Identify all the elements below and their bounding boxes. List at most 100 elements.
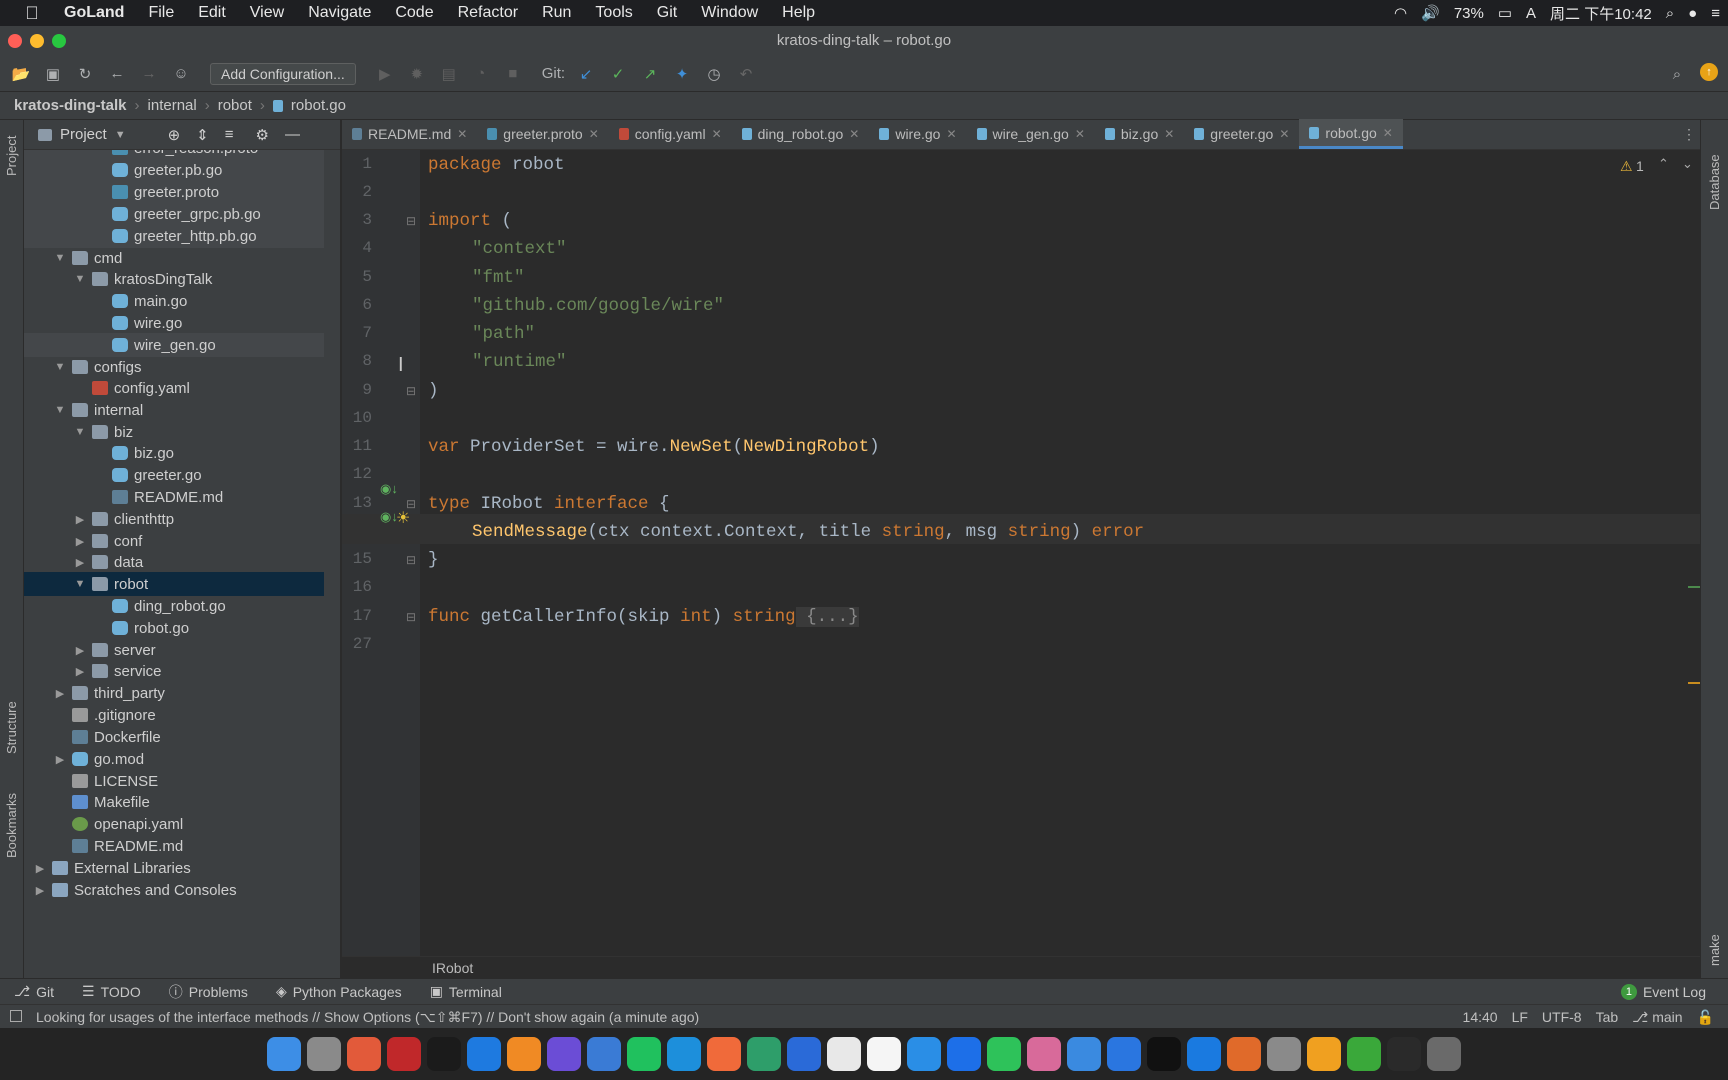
chrome-app-icon[interactable] xyxy=(827,1037,861,1071)
menu-navigate[interactable]: Navigate xyxy=(296,4,383,22)
tree-item[interactable]: ▼ kratosDingTalk xyxy=(24,267,324,291)
update-icon[interactable]: ↑ xyxy=(1700,63,1718,81)
bookmarks-tool-tab[interactable]: Bookmarks xyxy=(4,793,19,858)
project-panel-title[interactable]: Project xyxy=(60,126,107,143)
app-icon[interactable] xyxy=(467,1037,501,1071)
tab-biz-go[interactable]: biz.go ✕ xyxy=(1095,119,1184,149)
breadcrumb-robot[interactable]: robot xyxy=(218,97,252,114)
project-tool-tab[interactable]: Project xyxy=(4,136,19,176)
open-folder-icon[interactable]: 📂 xyxy=(10,63,32,85)
menu-window[interactable]: Window xyxy=(689,4,770,22)
tree-item[interactable]: wire.go xyxy=(24,311,324,335)
save-icon[interactable]: ▣ xyxy=(42,63,64,85)
tree-item[interactable]: greeter_grpc.pb.go xyxy=(24,202,324,226)
tree-item[interactable]: Makefile xyxy=(24,790,324,814)
implemented-icon[interactable]: ◉↓ xyxy=(380,481,398,497)
tab-readme-md[interactable]: README.md ✕ xyxy=(342,119,477,149)
indent-setting[interactable]: Tab xyxy=(1596,1005,1619,1029)
control-center-icon[interactable]: ≡ xyxy=(1711,5,1720,22)
chevron-right-icon[interactable]: ▶ xyxy=(72,665,88,678)
minimize-window-button[interactable] xyxy=(30,34,44,48)
back-arrow-icon[interactable]: ← xyxy=(106,63,128,85)
app-icon[interactable] xyxy=(947,1037,981,1071)
tree-item[interactable]: ▶ clienthttp xyxy=(24,507,324,531)
fold-toggle-icon[interactable]: ⊟ xyxy=(406,553,416,567)
close-window-button[interactable] xyxy=(8,34,22,48)
tree-item[interactable]: greeter.pb.go xyxy=(24,158,324,182)
app-icon[interactable] xyxy=(347,1037,381,1071)
git-fetch-icon[interactable]: ✦ xyxy=(671,63,693,85)
tree-item[interactable]: README.md xyxy=(24,834,324,858)
locate-icon[interactable]: ⊕ xyxy=(168,126,181,144)
app-icon[interactable] xyxy=(707,1037,741,1071)
code-editor[interactable]: 123456789101112131415161727⊟⊟⊟⊟⊟ ⚠ 1 ⌃ ⌄… xyxy=(342,150,1702,956)
terminal-app-icon[interactable] xyxy=(427,1037,461,1071)
chevron-right-icon[interactable]: ▶ xyxy=(32,884,48,897)
search-everywhere-icon[interactable]: ⌕ xyxy=(1666,63,1688,85)
tree-item[interactable]: greeter_http.pb.go xyxy=(24,224,324,248)
chevron-down-icon[interactable]: ⌄ xyxy=(1682,156,1693,172)
chevron-right-icon[interactable]: ▶ xyxy=(72,535,88,548)
chevron-down-icon[interactable]: ▼ xyxy=(115,129,126,141)
git-commit-icon[interactable]: ✓ xyxy=(607,63,629,85)
tree-item[interactable]: ▶ data xyxy=(24,550,324,574)
tab-greeter-proto[interactable]: greeter.proto ✕ xyxy=(477,119,608,149)
app-icon[interactable] xyxy=(1307,1037,1341,1071)
zoom-window-button[interactable] xyxy=(52,34,66,48)
lock-icon[interactable]: 🔓 xyxy=(1697,1005,1714,1029)
spotlight-search-icon[interactable]: ⌕ xyxy=(1666,5,1674,22)
event-log-tool-tab[interactable]: 1 Event Log xyxy=(1607,983,1720,1000)
menu-refactor[interactable]: Refactor xyxy=(446,4,530,22)
app-icon[interactable] xyxy=(1027,1037,1061,1071)
chevron-right-icon[interactable]: ▶ xyxy=(52,687,68,700)
git-update-icon[interactable]: ↙ xyxy=(575,63,597,85)
tree-item[interactable]: main.go xyxy=(24,289,324,313)
git-rollback-icon[interactable]: ↶ xyxy=(735,63,757,85)
lightbulb-icon[interactable]: ☀ xyxy=(396,508,410,528)
make-tool-tab[interactable]: make xyxy=(1707,934,1722,966)
tree-item[interactable]: ▶ External Libraries xyxy=(24,856,324,880)
collapse-all-icon[interactable]: ≡ xyxy=(225,126,234,143)
tree-item[interactable]: .gitignore xyxy=(24,703,324,727)
tree-item[interactable]: greeter.go xyxy=(24,463,324,487)
tab-menu-icon[interactable]: ⋮ xyxy=(1682,126,1696,143)
tab-robot-go[interactable]: robot.go ✕ xyxy=(1299,119,1403,149)
chevron-right-icon[interactable]: ▶ xyxy=(72,513,88,526)
editor-context-breadcrumb[interactable]: IRobot xyxy=(342,956,1700,978)
tree-item[interactable]: wire_gen.go xyxy=(24,333,324,357)
menu-app-goland[interactable]: GoLand xyxy=(52,4,136,22)
add-configuration-button[interactable]: Add Configuration... xyxy=(210,62,356,85)
tab-config-yaml[interactable]: config.yaml ✕ xyxy=(609,119,732,149)
battery-percent[interactable]: 73% xyxy=(1454,5,1484,22)
chevron-down-icon[interactable]: ▼ xyxy=(72,578,88,590)
coverage-icon[interactable]: ▤ xyxy=(438,63,460,85)
close-icon[interactable]: ✕ xyxy=(1383,126,1393,140)
word-app-icon[interactable] xyxy=(1107,1037,1141,1071)
todo-tool-tab[interactable]: ☰ TODO xyxy=(68,983,155,1000)
close-icon[interactable]: ✕ xyxy=(849,127,859,141)
safari-app-icon[interactable] xyxy=(907,1037,941,1071)
fold-toggle-icon[interactable]: ⊟ xyxy=(406,384,416,398)
tree-item[interactable]: README.md xyxy=(24,485,324,509)
siri-icon[interactable]: ● xyxy=(1688,5,1697,22)
python-packages-tool-tab[interactable]: ◈ Python Packages xyxy=(262,983,416,1000)
close-icon[interactable]: ✕ xyxy=(457,127,467,141)
tree-item[interactable]: ▶ third_party xyxy=(24,681,324,705)
chevron-up-icon[interactable]: ⌃ xyxy=(1658,156,1669,172)
structure-tool-tab[interactable]: Structure xyxy=(4,701,19,754)
wifi-icon[interactable]: ◠ xyxy=(1394,4,1407,22)
tree-item[interactable]: ▼ internal xyxy=(24,398,324,422)
close-icon[interactable]: ✕ xyxy=(1164,127,1174,141)
tree-item[interactable]: openapi.yaml xyxy=(24,812,324,836)
cursor-position[interactable]: 14:40 xyxy=(1463,1005,1498,1029)
tree-item[interactable]: ▶ Scratches and Consoles xyxy=(24,878,324,902)
chevron-right-icon[interactable]: ▶ xyxy=(32,862,48,875)
chevron-down-icon[interactable]: ▼ xyxy=(52,361,68,373)
warning-count[interactable]: 1 xyxy=(1636,158,1644,174)
chevron-down-icon[interactable]: ▼ xyxy=(52,252,68,264)
chevron-down-icon[interactable]: ▼ xyxy=(72,426,88,438)
typora-app-icon[interactable] xyxy=(867,1037,901,1071)
gear-icon[interactable]: ⚙ xyxy=(256,126,269,144)
git-history-icon[interactable]: ◷ xyxy=(703,63,725,85)
app-icon[interactable] xyxy=(787,1037,821,1071)
